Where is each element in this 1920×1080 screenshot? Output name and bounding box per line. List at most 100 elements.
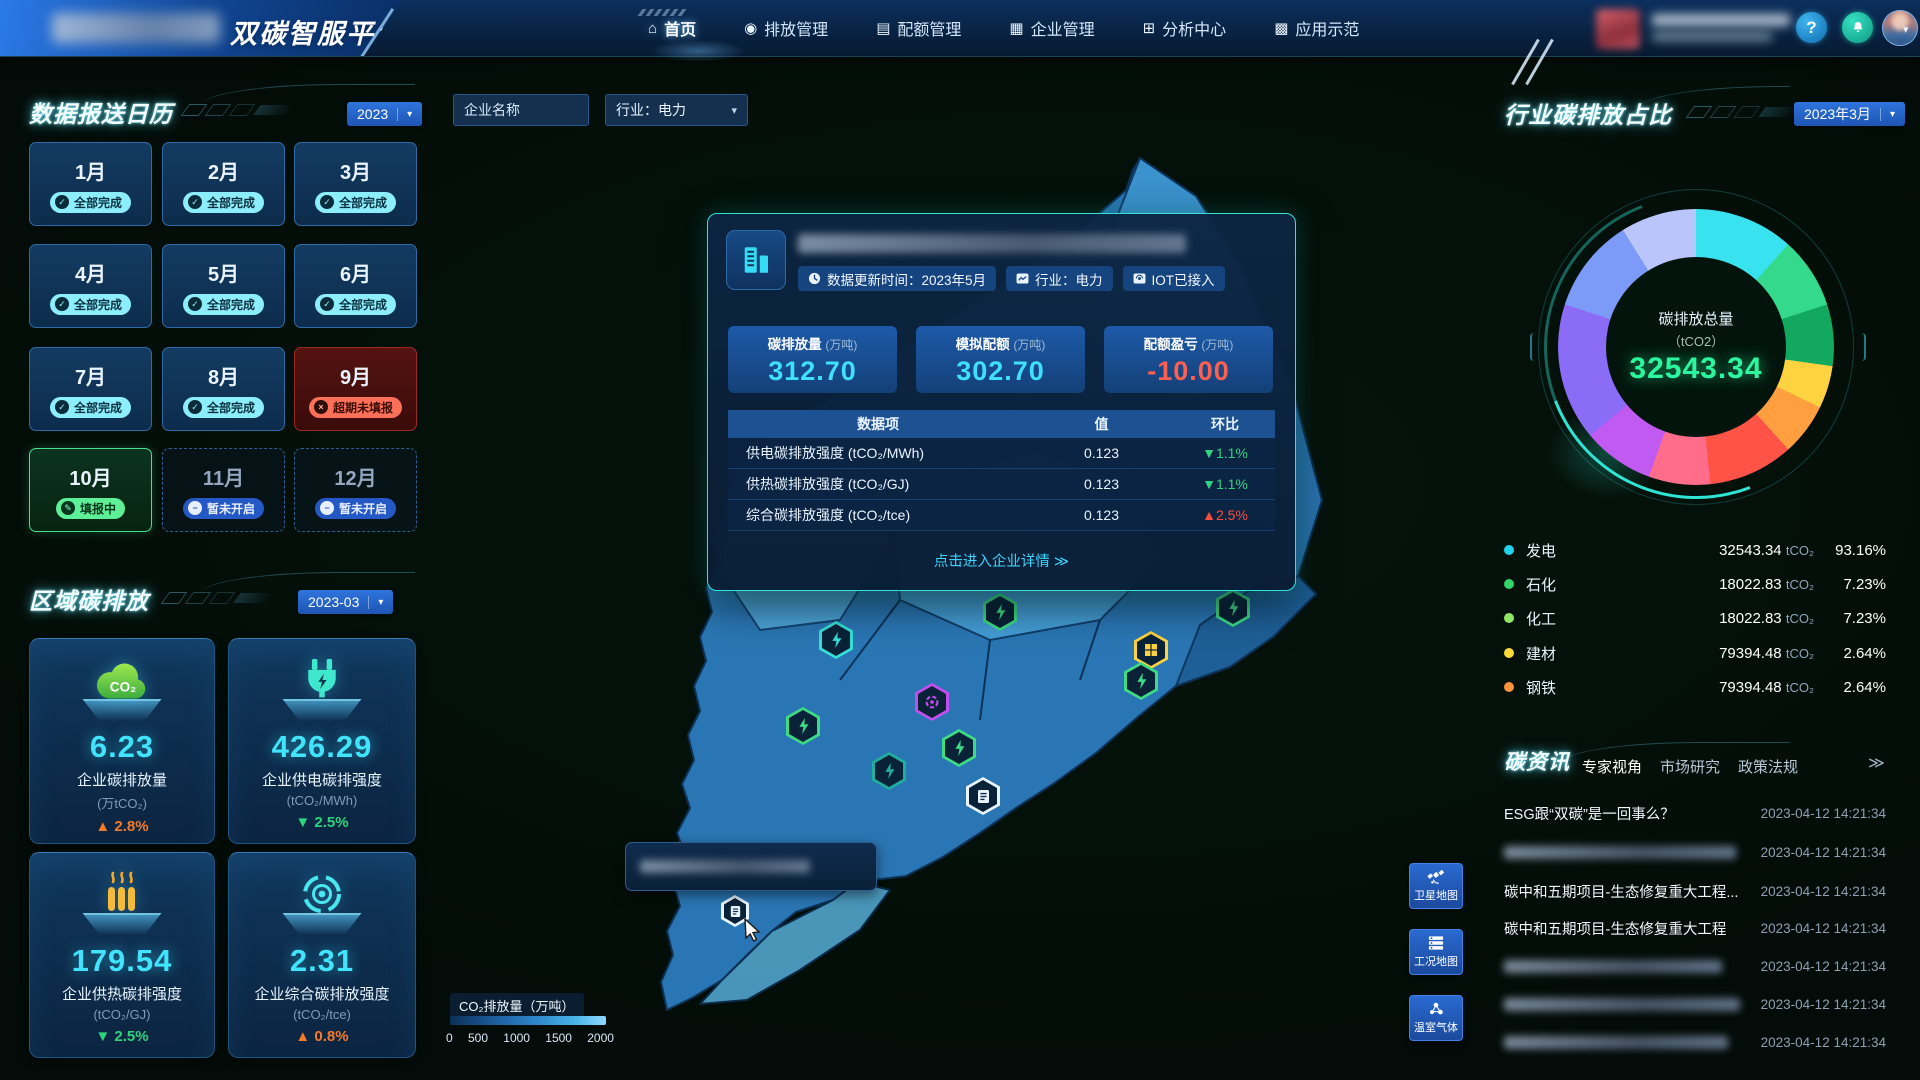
server-layers-icon — [1427, 935, 1445, 951]
edit-icon: ✎ — [61, 501, 75, 515]
month-card-apr[interactable]: 4月✓全部完成 — [29, 244, 152, 328]
nav-item-quota[interactable]: ▤配额管理 — [876, 16, 961, 40]
table-row: 综合碳排放强度 (tCO₂/tce) 0.123 ▲2.5% — [728, 500, 1275, 531]
chevron-down-icon: ▾ — [407, 109, 412, 120]
notifications-button[interactable] — [1842, 12, 1873, 43]
calendar-year-dropdown[interactable]: 2023▾ — [347, 102, 422, 126]
nav-item-demo[interactable]: ▩应用示范 — [1274, 16, 1359, 40]
popup-badges: 数据更新时间：2023年5月 行业：电力 IOT已接入 — [798, 266, 1225, 291]
grid-calc-icon: ⊞ — [1143, 21, 1156, 36]
org-logo — [1596, 9, 1640, 49]
redacted-news-title — [1504, 998, 1740, 1011]
stat-card-emission: CO₂ 6.23 企业碳排放量 (万tCO₂) ▲ 2.8% — [29, 638, 215, 844]
news-item[interactable]: 碳中和五期项目-生态修复重大工程...2023-04-12 14:21:34 — [1504, 876, 1886, 906]
stat-emission: 碳排放量 (万吨) 312.70 — [728, 326, 897, 393]
greenhouse-gas-button[interactable]: 温室气体 — [1409, 995, 1463, 1041]
stat-value: 6.23 — [90, 729, 154, 765]
map-legend-label: CO₂排放量（万吨） — [450, 993, 584, 1018]
month-card-jan[interactable]: 1月✓全部完成 — [29, 142, 152, 226]
legend-dot — [1504, 579, 1514, 589]
tab-market-research[interactable]: 市场研究 — [1660, 756, 1720, 777]
home-icon: ⌂ — [648, 21, 657, 36]
calendar-panel-title: 数据报送日历 — [29, 95, 173, 129]
popup-table: 数据项 值 环比 供电碳排放强度 (tCO₂/MWh) 0.123 ▼1.1% … — [728, 410, 1275, 531]
month-card-aug[interactable]: 8月✓全部完成 — [162, 347, 285, 431]
avatar-caret-icon[interactable]: ▾ — [1903, 23, 1909, 36]
tab-policy[interactable]: 政策法规 — [1738, 756, 1798, 777]
stat-label: 企业供电碳排强度 — [262, 769, 382, 790]
news-panel-title: 碳资讯 — [1504, 746, 1570, 776]
org-name-redacted — [1652, 14, 1790, 26]
stat-quota: 模拟配额 (万吨) 302.70 — [916, 326, 1085, 393]
stat-delta: ▲ 2.8% — [95, 818, 148, 835]
map-tooltip — [625, 842, 877, 891]
stat-value: 426.29 — [272, 729, 373, 765]
stat-unit: (tCO₂/GJ) — [93, 1007, 150, 1022]
donut-bracket-decoration — [1856, 333, 1866, 361]
month-card-nov-pending[interactable]: 11月−暂未开启 — [162, 448, 285, 532]
month-card-oct-active[interactable]: 10月✎填报中 — [29, 448, 152, 532]
svg-text:CO₂: CO₂ — [110, 680, 136, 695]
co2-cloud-icon: CO₂ — [91, 655, 153, 703]
app-title: 双碳智服平台 — [230, 12, 404, 51]
monitor-icon: ▦ — [1009, 21, 1023, 36]
tab-expert-view[interactable]: 专家视角 — [1582, 756, 1642, 777]
nav-item-enterprise[interactable]: ▦企业管理 — [1009, 16, 1094, 40]
month-card-may[interactable]: 5月✓全部完成 — [162, 244, 285, 328]
dashboard: 双碳智服平台 ⌂首页 ◉排放管理 ▤配额管理 ▦企业管理 ⊞分析中心 ▩应用示范… — [0, 0, 1920, 1080]
nav-item-analysis[interactable]: ⊞分析中心 — [1143, 16, 1227, 40]
legend-row-petrochem: 石化 18022.83 tCO₂ 7.23% — [1504, 570, 1886, 598]
user-avatar[interactable] — [1882, 10, 1918, 46]
redacted-company-name — [798, 234, 1186, 253]
minus-icon: − — [320, 501, 334, 515]
redacted-news-title — [1504, 960, 1722, 973]
stat-label: 企业碳排放量 — [77, 769, 167, 790]
popup-stats: 碳排放量 (万吨) 312.70 模拟配额 (万吨) 302.70 配额盈亏 (… — [728, 326, 1273, 393]
check-icon: ✓ — [55, 297, 69, 311]
main-nav: ⌂首页 ◉排放管理 ▤配额管理 ▦企业管理 ⊞分析中心 ▩应用示范 — [648, 0, 1359, 56]
help-button[interactable]: ? — [1796, 12, 1827, 43]
table-row: 供热碳排放强度 (tCO₂/GJ) 0.123 ▼1.1% — [728, 469, 1275, 500]
panel-deco-shapes — [165, 592, 271, 604]
target-icon — [299, 869, 345, 917]
chart-badge-icon — [1016, 273, 1029, 284]
news-item[interactable]: 2023-04-12 14:21:34 — [1504, 951, 1886, 981]
chevron-down-icon: ▾ — [731, 104, 737, 117]
news-item[interactable]: 2023-04-12 14:21:34 — [1504, 1027, 1886, 1057]
iot-badge: IOT已接入 — [1123, 266, 1225, 291]
month-card-dec-pending[interactable]: 12月−暂未开启 — [294, 448, 417, 532]
building-icon — [726, 230, 786, 290]
check-icon: ✓ — [55, 195, 69, 209]
satellite-map-button[interactable]: 卫星地图 — [1409, 863, 1463, 909]
region-period-dropdown[interactable]: 2023-03▾ — [298, 590, 393, 614]
molecule-icon — [1427, 1001, 1445, 1017]
nav-item-home[interactable]: ⌂首页 — [648, 16, 696, 40]
legend-row-chemical: 化工 18022.83 tCO₂ 7.23% — [1504, 604, 1886, 632]
month-card-feb[interactable]: 2月✓全部完成 — [162, 142, 285, 226]
month-card-jul[interactable]: 7月✓全部完成 — [29, 347, 152, 431]
region-panel-title: 区域碳排放 — [29, 582, 149, 616]
news-more-link[interactable]: ≫ — [1868, 753, 1885, 773]
iot-badge-icon — [1133, 273, 1146, 284]
enterprise-detail-link[interactable]: 点击进入企业详情 ≫ — [708, 550, 1295, 571]
stat-value: 179.54 — [72, 943, 173, 979]
industry-period-dropdown[interactable]: 2023年3月▾ — [1794, 102, 1905, 126]
news-item[interactable]: ESG跟“双碳”是一回事么？2023-04-12 14:21:34 — [1504, 798, 1886, 828]
month-card-mar[interactable]: 3月✓全部完成 — [294, 142, 417, 226]
legend-row-steel: 钢铁 79394.48 tCO₂ 2.64% — [1504, 673, 1886, 701]
check-icon: ✓ — [55, 400, 69, 414]
operating-map-button[interactable]: 工况地图 — [1409, 929, 1463, 975]
table-row: 供电碳排放强度 (tCO₂/MWh) 0.123 ▼1.1% — [728, 438, 1275, 469]
chevron-down-icon: ▾ — [1890, 109, 1895, 120]
icon-pedestal — [275, 699, 369, 721]
news-item[interactable]: 2023-04-12 14:21:34 — [1504, 989, 1886, 1019]
news-item[interactable]: 2023-04-12 14:21:34 — [1504, 837, 1886, 867]
stat-label: 企业综合碳排放强度 — [254, 983, 389, 1004]
check-icon: ✓ — [320, 297, 334, 311]
stat-card-power-intensity: 426.29 企业供电碳排强度 (tCO₂/MWh) ▼ 2.5% — [228, 638, 416, 844]
month-card-jun[interactable]: 6月✓全部完成 — [294, 244, 417, 328]
satellite-icon — [1427, 869, 1445, 885]
nav-item-emission[interactable]: ◉排放管理 — [744, 16, 828, 40]
news-item[interactable]: 碳中和五期项目-生态修复重大工程2023-04-12 14:21:34 — [1504, 913, 1886, 943]
month-card-sep-overdue[interactable]: 9月×超期未填报 — [294, 347, 417, 431]
